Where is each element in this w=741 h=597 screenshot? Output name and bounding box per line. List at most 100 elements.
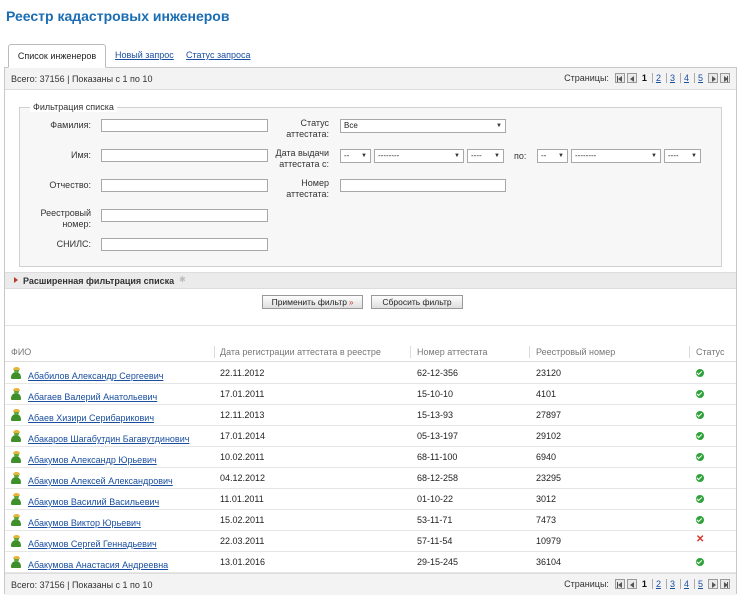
engineer-icon — [11, 430, 21, 442]
certificate-number: 29-15-245 — [417, 557, 459, 567]
name-label: Имя: — [70, 150, 91, 160]
table-row: Абакумов Алексей Александрович 04.12.2012… — [5, 468, 736, 489]
registration-date: 15.02.2011 — [220, 515, 265, 525]
column-divider — [689, 346, 690, 358]
certificate-number: 15-13-93 — [417, 410, 454, 420]
snils-input[interactable] — [101, 238, 268, 251]
registry-number: 27897 — [536, 410, 562, 420]
date-to-month-select[interactable]: -------- — [571, 149, 661, 163]
table-header: ФИО Дата регистрации аттестата в реестре… — [5, 342, 736, 362]
engineer-name-link[interactable]: Абаев Хизири Серибарикович — [28, 413, 154, 423]
engineer-name-link[interactable]: Абакаров Шагабутдин Багавутдинович — [28, 434, 189, 444]
filter-legend: Фильтрация списка — [30, 102, 117, 112]
engineer-icon — [11, 493, 21, 505]
registration-date: 10.02.2011 — [220, 452, 265, 462]
table-row: Абакумова Анастасия Андреевна 13.01.2016 2… — [5, 552, 736, 573]
last-page-icon[interactable] — [720, 579, 730, 589]
registry-number: 23295 — [536, 473, 562, 483]
status-active-icon — [696, 369, 704, 377]
status-active-icon — [696, 474, 704, 482]
first-page-icon[interactable] — [614, 73, 625, 83]
page-2[interactable]: 2 — [651, 73, 664, 83]
apply-filter-label: Применить фильтр — [271, 297, 347, 307]
engineer-name-link[interactable]: Абагаев Валерий Анатольевич — [28, 392, 157, 402]
first-page-icon[interactable] — [614, 579, 625, 589]
status-active-icon — [696, 411, 704, 419]
status-active-icon — [696, 495, 704, 503]
filter-fieldset: Фильтрация списка Фамилия: Имя: Отчество… — [19, 102, 722, 267]
name-input[interactable] — [101, 149, 268, 162]
engineer-name-link[interactable]: Абабилов Александр Сергеевич — [28, 371, 163, 381]
surname-label: Фамилия: — [50, 120, 91, 130]
pager: Страницы: 1 2 3 4 5 — [564, 73, 730, 83]
engineer-name-link[interactable]: Абакумова Анастасия Андреевна — [28, 560, 168, 570]
page-4[interactable]: 4 — [679, 73, 692, 83]
page-4[interactable]: 4 — [679, 579, 692, 589]
registry-number: 6940 — [536, 452, 557, 462]
page-3[interactable]: 3 — [665, 579, 678, 589]
page-3[interactable]: 3 — [665, 73, 678, 83]
apply-filter-button[interactable]: Применить фильтр» — [262, 295, 363, 309]
engineer-icon — [11, 472, 21, 484]
engineer-name-link[interactable]: Абакумов Виктор Юрьевич — [28, 518, 141, 528]
tab-request-status[interactable]: Статус запроса — [186, 50, 250, 60]
date-to-year-select[interactable]: ---- — [664, 149, 701, 163]
next-page-icon[interactable] — [708, 73, 718, 83]
expand-arrow-icon — [14, 277, 18, 283]
column-status[interactable]: Статус — [696, 347, 724, 357]
page-5[interactable]: 5 — [693, 73, 706, 83]
surname-input[interactable] — [101, 119, 268, 132]
table-row: Абакумов Сергей Геннадьевич 22.03.2011 57-… — [5, 531, 736, 552]
engineer-name-link[interactable]: Абакумов Алексей Александрович — [28, 476, 173, 486]
status-active-icon — [696, 453, 704, 461]
tab-new-request[interactable]: Новый запрос — [115, 50, 174, 60]
column-fio[interactable]: ФИО — [11, 347, 31, 357]
reset-filter-button[interactable]: Сбросить фильтр — [371, 295, 463, 309]
engineer-name-link[interactable]: Абакумов Александр Юрьевич — [28, 455, 157, 465]
registry-number: 7473 — [536, 515, 557, 525]
page-5[interactable]: 5 — [693, 579, 706, 589]
registration-date: 22.03.2011 — [220, 536, 265, 546]
engineer-icon — [11, 409, 21, 421]
page-2[interactable]: 2 — [651, 579, 664, 589]
prev-page-icon[interactable] — [626, 73, 637, 83]
pager-label: Страницы: — [564, 579, 609, 589]
column-cert-number[interactable]: Номер аттестата — [417, 347, 488, 357]
cert-number-label: Номер аттестата: — [286, 178, 329, 199]
column-reg-date[interactable]: Дата регистрации аттестата в реестре — [220, 347, 381, 357]
registry-number-input[interactable] — [101, 209, 268, 222]
double-arrow-icon: » — [348, 297, 354, 307]
certificate-number: 05-13-197 — [417, 431, 459, 441]
status-annulled-icon: ✕ — [696, 534, 705, 545]
certificate-number: 68-12-258 — [417, 473, 459, 483]
next-page-icon[interactable] — [708, 579, 718, 589]
status-select[interactable]: Все — [340, 119, 506, 133]
engineer-name-link[interactable]: Абакумов Василий Васильевич — [28, 497, 159, 507]
table-row: Абакумов Василий Васильевич 11.01.2011 01-… — [5, 489, 736, 510]
column-registry-number[interactable]: Реестровый номер — [536, 347, 615, 357]
snils-label: СНИЛС: — [56, 239, 91, 249]
date-to-day-select[interactable]: -- — [537, 149, 568, 163]
registry-panel: Всего: 37156 | Показаны с 1 по 10 Страни… — [4, 67, 737, 595]
engineer-icon — [11, 388, 21, 400]
advanced-filter-toggle[interactable]: Расширенная фильтрация списка ✱ — [5, 272, 736, 289]
date-from-day-select[interactable]: -- — [340, 149, 371, 163]
table-row: Абакумов Александр Юрьевич 10.02.2011 68-1… — [5, 447, 736, 468]
registration-date: 11.01.2011 — [220, 494, 264, 504]
cert-number-input[interactable] — [340, 179, 506, 192]
date-from-year-select[interactable]: ---- — [467, 149, 504, 163]
patronymic-input[interactable] — [101, 179, 268, 192]
last-page-icon[interactable] — [720, 73, 730, 83]
engineer-name-link[interactable]: Абакумов Сергей Геннадьевич — [28, 539, 157, 549]
engineer-icon — [11, 514, 21, 526]
engineer-icon — [11, 556, 21, 568]
page-1: 1 — [641, 579, 647, 589]
tab-engineers-list[interactable]: Список инженеров — [8, 44, 106, 68]
column-divider — [529, 346, 530, 358]
records-summary-bottom: Всего: 37156 | Показаны с 1 по 10 — [11, 580, 153, 590]
certificate-number: 53-11-71 — [417, 515, 453, 525]
prev-page-icon[interactable] — [626, 579, 637, 589]
registry-number: 29102 — [536, 431, 562, 441]
date-from-month-select[interactable]: -------- — [374, 149, 464, 163]
issue-date-label: Дата выдачи аттестата с: — [275, 148, 329, 169]
